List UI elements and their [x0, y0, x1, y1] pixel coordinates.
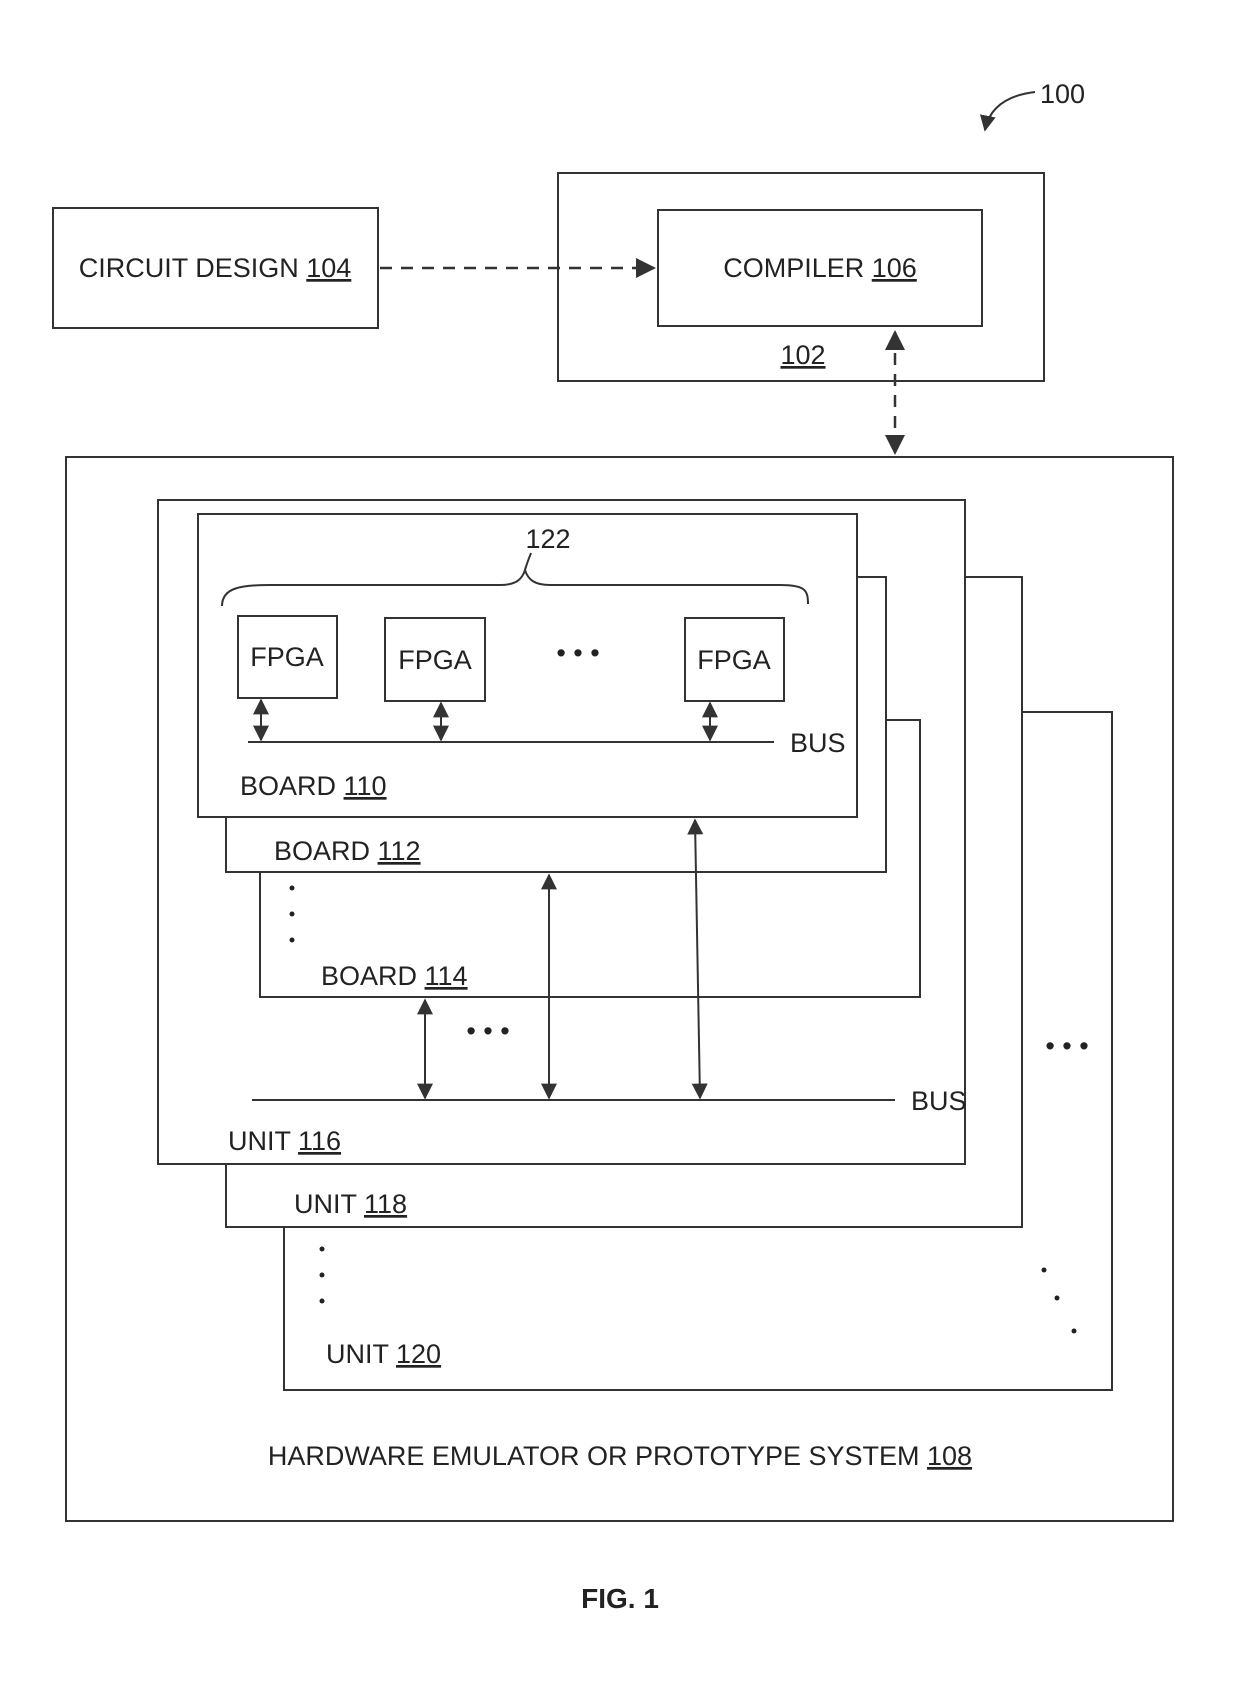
figure-reference-arrow: [979, 91, 1036, 132]
unit-continuation-dot: [1071, 1328, 1077, 1334]
board-continuation-dot: [289, 937, 295, 943]
patent-figure: 100 CIRCUIT DESIGN 104 COMPILER 106 102 …: [52, 79, 1174, 1614]
unit-continuation-dot: [319, 1272, 325, 1278]
host-ref-label: 102: [780, 340, 825, 370]
fpga-label: FPGA: [398, 645, 472, 675]
board-bus-label: BUS: [790, 728, 846, 758]
board-112-label: BOARD 112: [274, 836, 421, 866]
board-114-label: BOARD 114: [321, 961, 468, 991]
circuit-design-label: CIRCUIT DESIGN 104: [79, 253, 352, 283]
fpga-label: FPGA: [697, 645, 771, 675]
fpga-label: FPGA: [250, 642, 324, 672]
unit-continuation-dot: [319, 1298, 325, 1304]
figure-reference-label: 100: [1040, 79, 1085, 109]
board-ellipsis: • • •: [466, 1016, 509, 1046]
unit-continuation-dot: [1054, 1295, 1060, 1301]
board-110-label: BOARD 110: [240, 771, 387, 801]
figure-caption: FIG. 1: [581, 1583, 659, 1614]
unit-116-label: UNIT 116: [228, 1126, 341, 1156]
board-continuation-dot: [289, 911, 295, 917]
compiler-label: COMPILER 106: [723, 253, 917, 283]
fpga-group-ref-label: 122: [525, 524, 570, 554]
unit-ellipsis: • • •: [1045, 1031, 1088, 1061]
unit-continuation-dot: [319, 1246, 325, 1252]
board-continuation-dot: [289, 885, 295, 891]
unit-118-label: UNIT 118: [294, 1189, 407, 1219]
fpga-ellipsis: • • •: [556, 638, 599, 668]
system-label: HARDWARE EMULATOR OR PROTOTYPE SYSTEM 10…: [268, 1441, 972, 1471]
unit-continuation-dot: [1041, 1267, 1047, 1273]
unit-bus-label: BUS: [911, 1086, 967, 1116]
unit-120-label: UNIT 120: [326, 1339, 441, 1369]
